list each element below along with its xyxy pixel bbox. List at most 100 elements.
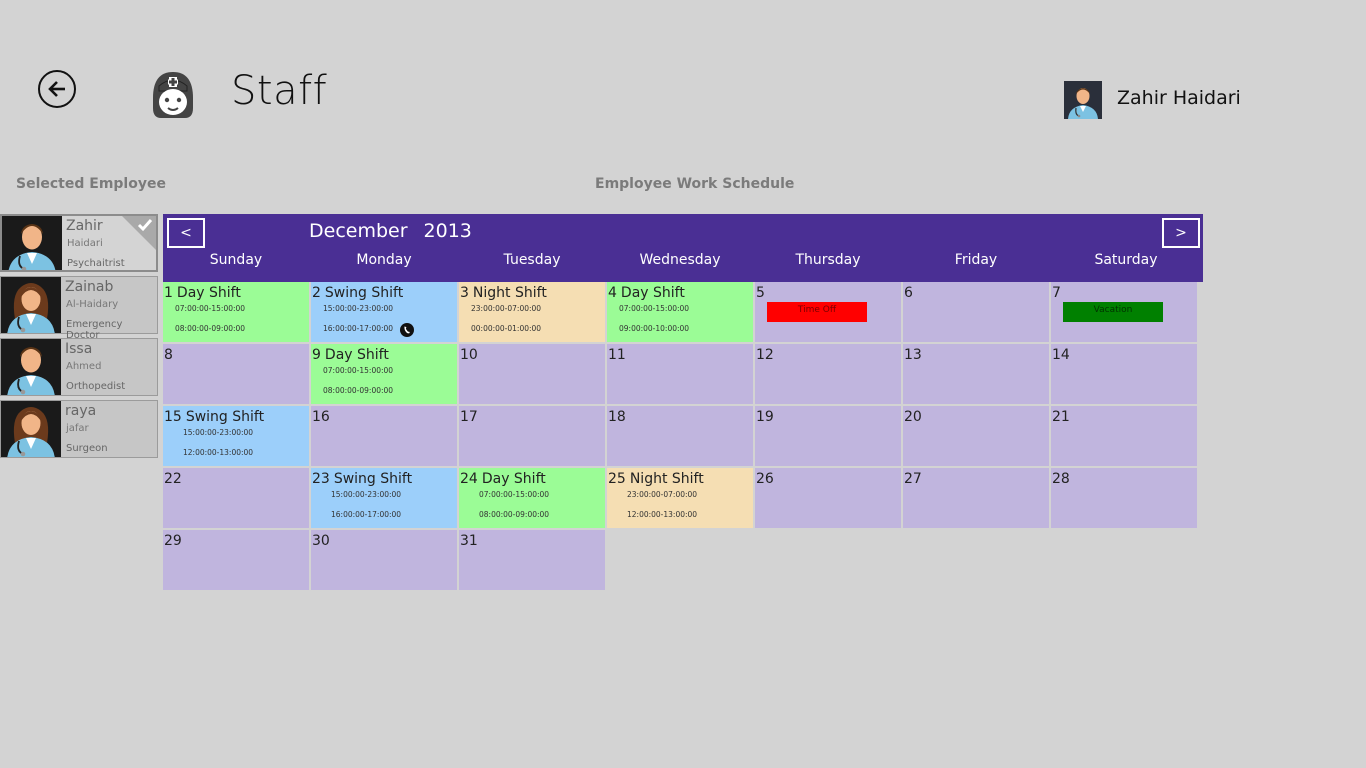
day-number: 31 bbox=[460, 533, 478, 549]
employee-card[interactable]: Issa Ahmed Orthopedist bbox=[0, 338, 158, 396]
calendar-day[interactable]: 18 bbox=[607, 406, 753, 466]
time-off-event[interactable]: Time Off bbox=[767, 302, 867, 322]
calendar-day[interactable]: 21 bbox=[1051, 406, 1197, 466]
day-number: 17 bbox=[460, 409, 478, 425]
weekday-wednesday: Wednesday bbox=[639, 252, 721, 268]
employee-last-name: Ahmed bbox=[66, 361, 102, 372]
calendar-day[interactable]: 1 Day Shift 07:00:00-15:00:00 08:00:00-09… bbox=[163, 282, 309, 342]
phone-icon[interactable] bbox=[400, 323, 414, 337]
calendar-day[interactable]: 27 bbox=[903, 468, 1049, 528]
day-number: 1 bbox=[164, 285, 173, 301]
page-title: Staff bbox=[231, 68, 328, 114]
employee-card[interactable]: Zahir Haidari Psychaitrist bbox=[0, 214, 158, 272]
user-avatar[interactable] bbox=[1064, 81, 1102, 119]
calendar-day[interactable]: 22 bbox=[163, 468, 309, 528]
break-time: 08:00:00-09:00:00 bbox=[479, 510, 550, 519]
day-number: 26 bbox=[756, 471, 774, 487]
calendar-day[interactable]: 19 bbox=[755, 406, 901, 466]
day-number: 15 bbox=[164, 409, 182, 425]
calendar-day[interactable]: 31 bbox=[459, 530, 605, 590]
day-number: 4 bbox=[608, 285, 617, 301]
shift-time: 07:00:00-15:00:00 bbox=[479, 490, 550, 499]
calendar-day[interactable]: 25 Night Shift 23:00:00-07:00:00 12:00:00… bbox=[607, 468, 753, 528]
employee-card[interactable]: Zainab Al-Haidary Emergency Doctor bbox=[0, 276, 158, 341]
day-number: 7 bbox=[1052, 285, 1061, 301]
day-number: 18 bbox=[608, 409, 626, 425]
next-month-button[interactable]: > bbox=[1162, 218, 1200, 248]
day-number: 16 bbox=[312, 409, 330, 425]
day-number: 28 bbox=[1052, 471, 1070, 487]
employee-last-name: Haidari bbox=[67, 238, 103, 249]
month-year-title: December 2013 bbox=[309, 220, 472, 242]
shift-time: 07:00:00-15:00:00 bbox=[619, 304, 690, 313]
calendar-day[interactable]: 26 bbox=[755, 468, 901, 528]
calendar-day[interactable]: 23 Swing Shift 15:00:00-23:00:00 16:00:00… bbox=[311, 468, 457, 528]
shift-time: 15:00:00-23:00:00 bbox=[323, 304, 394, 313]
day-number: 21 bbox=[1052, 409, 1070, 425]
break-time: 12:00:00-13:00:00 bbox=[183, 448, 254, 457]
calendar-day[interactable]: 16 bbox=[311, 406, 457, 466]
calendar-day[interactable]: 7 Vacation bbox=[1051, 282, 1197, 342]
employee-photo bbox=[1, 277, 61, 333]
calendar-day[interactable]: 30 bbox=[311, 530, 457, 590]
shift-time: 15:00:00-23:00:00 bbox=[183, 428, 254, 437]
calendar-day[interactable]: 3 Night Shift 23:00:00-07:00:00 00:00:00-… bbox=[459, 282, 605, 342]
shift-label: Swing Shift bbox=[185, 409, 265, 425]
calendar-day[interactable]: 12 bbox=[755, 344, 901, 404]
nurse-icon bbox=[153, 72, 193, 118]
calendar-day[interactable]: 8 bbox=[163, 344, 309, 404]
calendar-day[interactable]: 29 bbox=[163, 530, 309, 590]
calendar-day[interactable]: 11 bbox=[607, 344, 753, 404]
day-number: 2 bbox=[312, 285, 321, 301]
calendar-header: < December 2013 > Sunday Monday Tuesday W… bbox=[163, 214, 1203, 282]
weekday-monday: Monday bbox=[356, 252, 412, 268]
shift-label: Swing Shift bbox=[324, 285, 404, 301]
back-button[interactable] bbox=[38, 70, 76, 108]
weekday-tuesday: Tuesday bbox=[503, 252, 561, 268]
calendar-day[interactable]: 13 bbox=[903, 344, 1049, 404]
female-doctor-avatar-icon bbox=[1, 401, 61, 457]
day-number: 27 bbox=[904, 471, 922, 487]
calendar-day[interactable]: 15 Swing Shift 15:00:00-23:00:00 12:00:00… bbox=[163, 406, 309, 466]
calendar-day[interactable]: 2 Swing Shift 15:00:00-23:00:00 16:00:00-… bbox=[311, 282, 457, 342]
day-number: 9 bbox=[312, 347, 321, 363]
calendar-day[interactable]: 5 Time Off bbox=[755, 282, 901, 342]
employee-card[interactable]: raya jafar Surgeon bbox=[0, 400, 158, 458]
employee-first-name: raya bbox=[65, 403, 97, 419]
day-number: 3 bbox=[460, 285, 469, 301]
employee-photo bbox=[1, 401, 61, 457]
shift-time: 15:00:00-23:00:00 bbox=[331, 490, 402, 499]
shift-label: Day Shift bbox=[481, 471, 546, 487]
day-number: 14 bbox=[1052, 347, 1070, 363]
calendar-day[interactable]: 28 bbox=[1051, 468, 1197, 528]
calendar-day[interactable]: 14 bbox=[1051, 344, 1197, 404]
day-number: 6 bbox=[904, 285, 913, 301]
work-schedule-label: Employee Work Schedule bbox=[595, 176, 795, 192]
month-label: December bbox=[309, 220, 408, 242]
calendar-day[interactable]: 20 bbox=[903, 406, 1049, 466]
prev-month-button[interactable]: < bbox=[167, 218, 205, 248]
year-label: 2013 bbox=[423, 220, 472, 242]
shift-label: Day Shift bbox=[620, 285, 685, 301]
vacation-event[interactable]: Vacation bbox=[1063, 302, 1163, 322]
calendar-day[interactable]: 6 bbox=[903, 282, 1049, 342]
male-doctor-avatar-icon bbox=[2, 216, 62, 270]
employee-role: Psychaitrist bbox=[67, 258, 125, 269]
shift-time: 07:00:00-15:00:00 bbox=[175, 304, 246, 313]
back-arrow-icon bbox=[48, 81, 65, 97]
employee-photo bbox=[1, 339, 61, 395]
day-number: 30 bbox=[312, 533, 330, 549]
break-time: 08:00:00-09:00:00 bbox=[175, 324, 246, 333]
day-number: 20 bbox=[904, 409, 922, 425]
calendar-day[interactable]: 10 bbox=[459, 344, 605, 404]
day-number: 11 bbox=[608, 347, 626, 363]
calendar-day[interactable]: 9 Day Shift 07:00:00-15:00:00 08:00:00-09… bbox=[311, 344, 457, 404]
day-number: 10 bbox=[460, 347, 478, 363]
calendar-day[interactable]: 17 bbox=[459, 406, 605, 466]
day-number: 25 bbox=[608, 471, 626, 487]
employee-photo bbox=[2, 216, 62, 270]
shift-label: Day Shift bbox=[176, 285, 241, 301]
calendar-day[interactable]: 4 Day Shift 07:00:00-15:00:00 09:00:00-10… bbox=[607, 282, 753, 342]
calendar-day[interactable]: 24 Day Shift 07:00:00-15:00:00 08:00:00-0… bbox=[459, 468, 605, 528]
day-number: 8 bbox=[164, 347, 173, 363]
